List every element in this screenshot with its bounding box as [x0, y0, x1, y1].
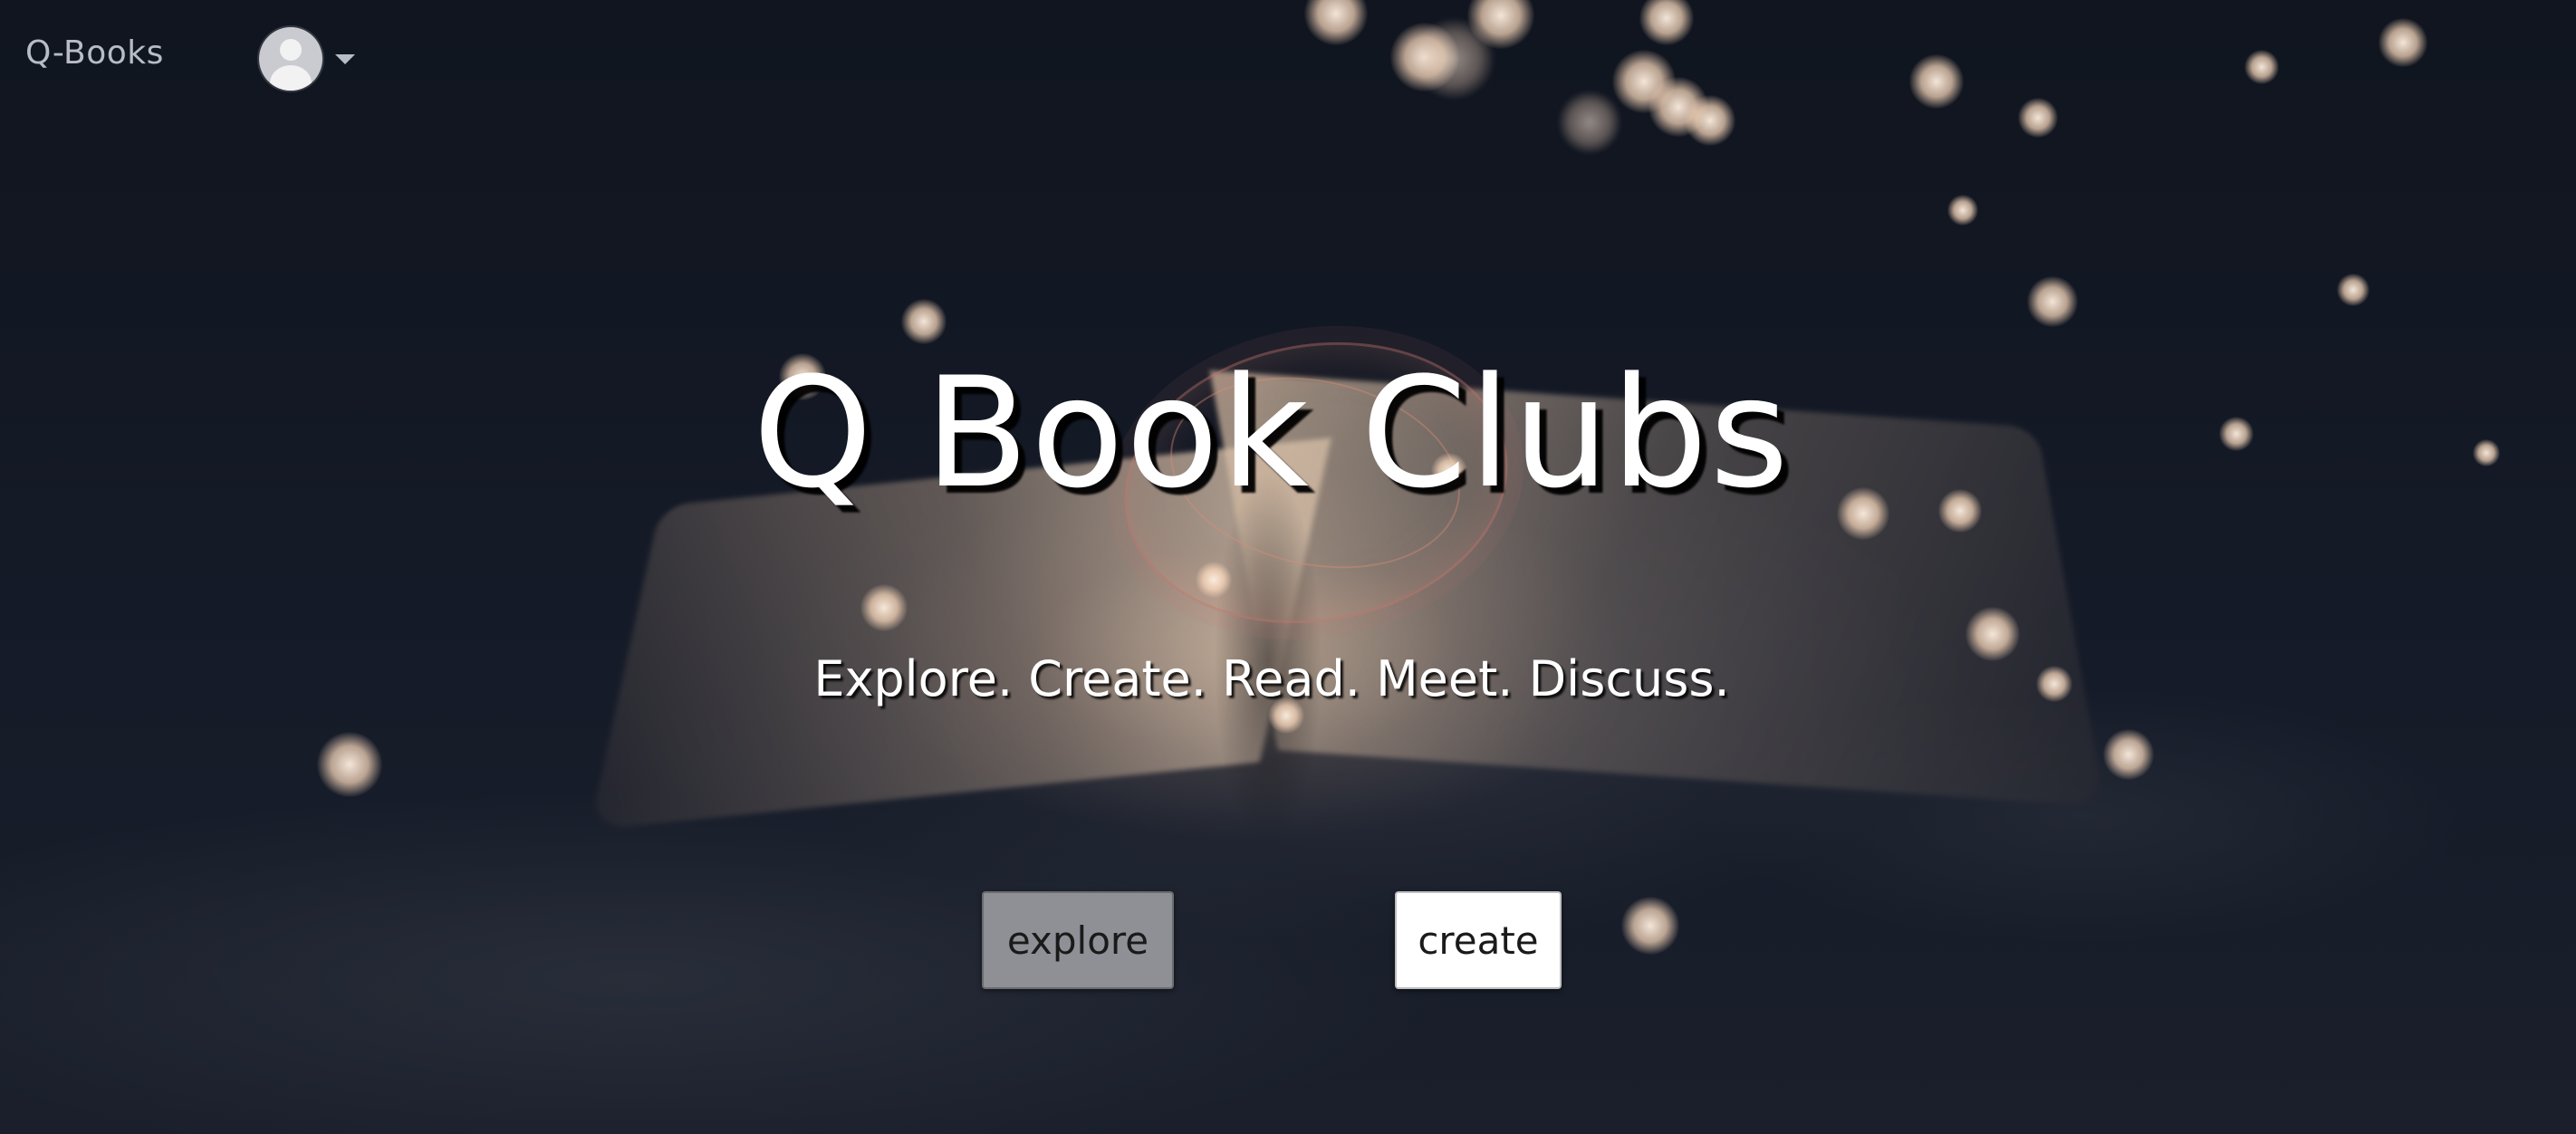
bokeh-light — [317, 732, 382, 797]
create-button[interactable]: create — [1395, 891, 1562, 989]
avatar-head — [280, 39, 302, 61]
brand-link[interactable]: Q-Books — [25, 34, 164, 72]
bokeh-light — [1947, 195, 1978, 226]
top-navbar: Q-Books — [0, 0, 2576, 114]
hero-tagline: Explore. Create. Read. Meet. Discuss. — [813, 650, 1730, 707]
bokeh-light — [860, 584, 908, 631]
bokeh-light — [2103, 729, 2154, 780]
explore-button[interactable]: explore — [982, 891, 1174, 989]
bokeh-light — [2027, 276, 2078, 327]
user-menu-toggle[interactable] — [259, 25, 355, 92]
hero-section: Q-Books Q Book Clubs Explore. Create. Re… — [0, 0, 2576, 1134]
bokeh-light — [1196, 562, 1232, 598]
bokeh-light — [2337, 274, 2369, 306]
bokeh-light — [901, 299, 947, 344]
hero-title: Q Book Clubs — [753, 344, 1791, 522]
caret-down-icon[interactable] — [335, 53, 355, 64]
avatar-body — [270, 65, 312, 91]
user-avatar-icon[interactable] — [259, 27, 322, 91]
bokeh-light — [1621, 897, 1679, 955]
